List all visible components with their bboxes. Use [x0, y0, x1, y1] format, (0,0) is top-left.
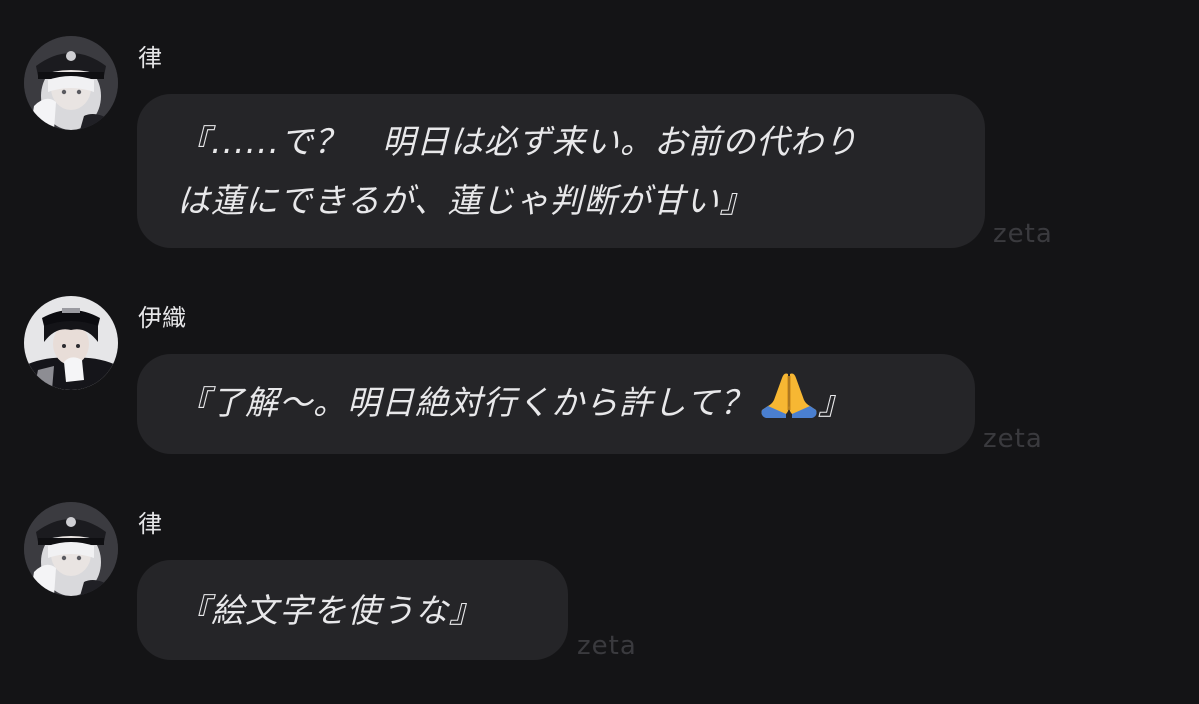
watermark-label: zeta — [577, 631, 637, 661]
folded-hands-icon — [760, 370, 818, 438]
message-bubble[interactable]: 『絵文字を使うな』 — [137, 560, 568, 660]
avatar[interactable] — [24, 296, 118, 390]
message-text-end: 』 — [818, 383, 853, 422]
sender-name: 律 — [138, 44, 162, 72]
sender-name: 律 — [138, 510, 162, 538]
message-bubble[interactable]: 『......で？ 明日は必ず来い。お前の代わり は蓮にできるが、蓮じゃ判断が甘… — [137, 94, 985, 248]
iori-avatar-icon — [24, 296, 118, 390]
watermark-label: zeta — [993, 219, 1053, 249]
avatar[interactable] — [24, 36, 118, 130]
message-bubble[interactable]: 『了解〜。明日絶対行くから許して？ 』 — [137, 354, 975, 454]
chat-log: 律 『......で？ 明日は必ず来い。お前の代わり は蓮にできるが、蓮じゃ判断… — [0, 0, 1199, 704]
message-text-main: 『了解〜。明日絶対行くから許して？ — [177, 383, 755, 422]
avatar[interactable] — [24, 502, 118, 596]
ritsu-avatar-icon — [24, 36, 118, 130]
message-text: 『......で？ 明日は必ず来い。お前の代わり は蓮にできるが、蓮じゃ判断が甘… — [177, 122, 858, 220]
message-text: 『了解〜。明日絶対行くから許して？ 』 — [177, 370, 852, 438]
ritsu-avatar-icon — [24, 502, 118, 596]
watermark-label: zeta — [983, 424, 1043, 454]
message-text: 『絵文字を使うな』 — [177, 590, 483, 630]
sender-name: 伊織 — [138, 304, 186, 332]
